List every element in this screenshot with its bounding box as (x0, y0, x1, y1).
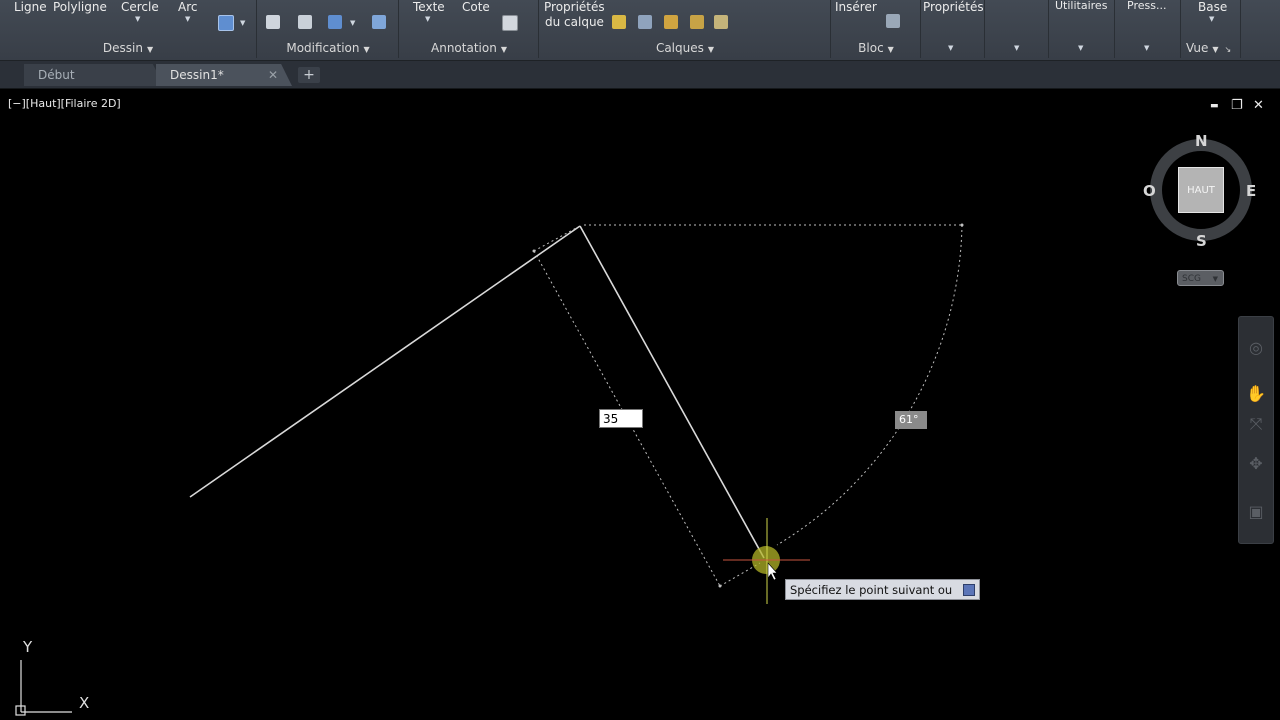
polyline-segment (189, 225, 581, 498)
viewport-controls-label[interactable]: [−][Haut][Filaire 2D] (8, 97, 121, 110)
wcs-menu[interactable]: SCG ▼ (1177, 270, 1224, 286)
steering-wheel-icon[interactable]: ◎ (1245, 337, 1267, 359)
dimension-extension-top (533, 226, 579, 252)
zoom-icon[interactable]: ⤧ (1245, 413, 1267, 435)
command-prompt-text: Spécifiez le point suivant ou (790, 583, 953, 597)
compass-north[interactable]: N (1195, 132, 1208, 150)
angle-arc (776, 224, 963, 546)
navigation-bar: ◎ ✋ ⤧ ✥ ▣ (1238, 316, 1274, 544)
pan-hand-icon[interactable]: ✋ (1245, 383, 1267, 405)
showmotion-icon[interactable]: ▣ (1245, 501, 1267, 523)
chevron-down-icon: ▼ (1212, 275, 1218, 283)
command-prompt-tooltip: Spécifiez le point suivant ou (785, 579, 980, 600)
compass-west[interactable]: O (1143, 182, 1156, 200)
compass-east[interactable]: E (1246, 182, 1256, 200)
options-down-arrow-icon[interactable] (963, 584, 975, 596)
dynamic-length-input[interactable]: 35 (599, 409, 643, 428)
angle-tick (960, 223, 964, 227)
minimize-icon[interactable]: ▬ (1210, 101, 1219, 111)
dimension-tick (718, 584, 722, 588)
close-icon[interactable]: ✕ (1253, 98, 1264, 113)
rubber-band-segment (579, 225, 765, 559)
compass-south[interactable]: S (1196, 232, 1207, 250)
drawing-canvas[interactable] (0, 0, 1280, 720)
ucs-x-label: X (79, 694, 90, 712)
orbit-icon[interactable]: ✥ (1245, 453, 1267, 475)
dimension-tick (532, 249, 536, 253)
wcs-label: SCG (1182, 274, 1201, 284)
ucs-y-label: Y (23, 638, 33, 656)
restore-icon[interactable]: ❐ (1231, 98, 1243, 113)
dynamic-angle-field[interactable]: 61° (895, 411, 927, 429)
viewcube-top-face[interactable]: HAUT (1178, 167, 1224, 213)
